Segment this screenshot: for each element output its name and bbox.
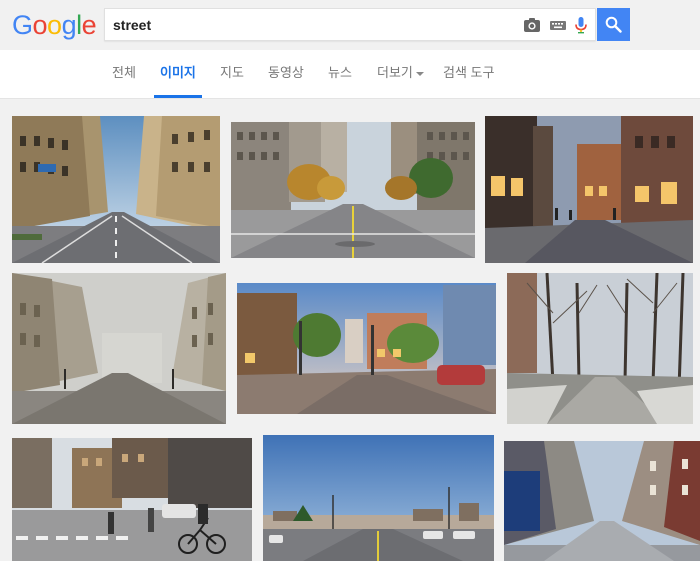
street-photo bbox=[12, 116, 220, 263]
tab-label: 지도 bbox=[220, 65, 244, 80]
street-photo bbox=[263, 435, 494, 561]
logo-letter: e bbox=[81, 10, 97, 40]
tab-search-tools[interactable]: 검색 도구 bbox=[443, 50, 494, 98]
google-logo[interactable]: Google bbox=[12, 9, 97, 41]
street-photo bbox=[12, 273, 226, 424]
keyboard-icon[interactable] bbox=[549, 16, 567, 34]
street-photo bbox=[231, 122, 475, 258]
street-photo bbox=[485, 116, 693, 263]
tab-label: 뉴스 bbox=[328, 65, 352, 80]
logo-letter: o bbox=[47, 10, 62, 40]
logo-letter: g bbox=[61, 10, 77, 40]
image-result[interactable] bbox=[12, 438, 252, 561]
search-input[interactable] bbox=[105, 9, 505, 40]
tab-videos[interactable]: 동영상 bbox=[268, 50, 304, 98]
street-photo bbox=[237, 283, 496, 414]
search-button[interactable] bbox=[597, 8, 630, 41]
tab-label: 더보기 bbox=[377, 65, 413, 80]
tab-label: 검색 도구 bbox=[443, 65, 495, 80]
street-photo bbox=[12, 438, 252, 561]
image-result[interactable] bbox=[485, 116, 693, 263]
tab-label: 이미지 bbox=[160, 65, 196, 80]
tab-news[interactable]: 뉴스 bbox=[328, 50, 352, 98]
tab-all[interactable]: 전체 bbox=[112, 50, 136, 98]
logo-letter: G bbox=[12, 10, 33, 40]
tab-images[interactable]: 이미지 bbox=[154, 50, 202, 98]
search-box bbox=[104, 8, 596, 41]
camera-icon[interactable] bbox=[523, 16, 541, 34]
image-result[interactable] bbox=[504, 441, 700, 561]
chevron-down-icon bbox=[415, 71, 424, 76]
search-icon bbox=[605, 16, 622, 33]
image-result[interactable] bbox=[507, 273, 693, 424]
tab-label: 전체 bbox=[112, 65, 136, 80]
tab-label: 동영상 bbox=[268, 65, 304, 80]
image-result[interactable] bbox=[12, 116, 220, 263]
image-result[interactable] bbox=[237, 283, 496, 414]
tab-more[interactable]: 더보기 bbox=[377, 50, 424, 98]
street-photo bbox=[507, 273, 693, 424]
logo-letter: o bbox=[32, 10, 48, 40]
microphone-icon[interactable] bbox=[572, 16, 590, 34]
image-result[interactable] bbox=[231, 122, 475, 258]
top-bar: Google bbox=[0, 0, 700, 50]
tab-maps[interactable]: 지도 bbox=[220, 50, 244, 98]
image-result[interactable] bbox=[263, 435, 494, 561]
search-tabs: 전체 이미지 지도 동영상 뉴스 더보기 검색 도구 bbox=[0, 50, 700, 99]
image-result[interactable] bbox=[12, 273, 226, 424]
street-photo bbox=[504, 441, 700, 561]
